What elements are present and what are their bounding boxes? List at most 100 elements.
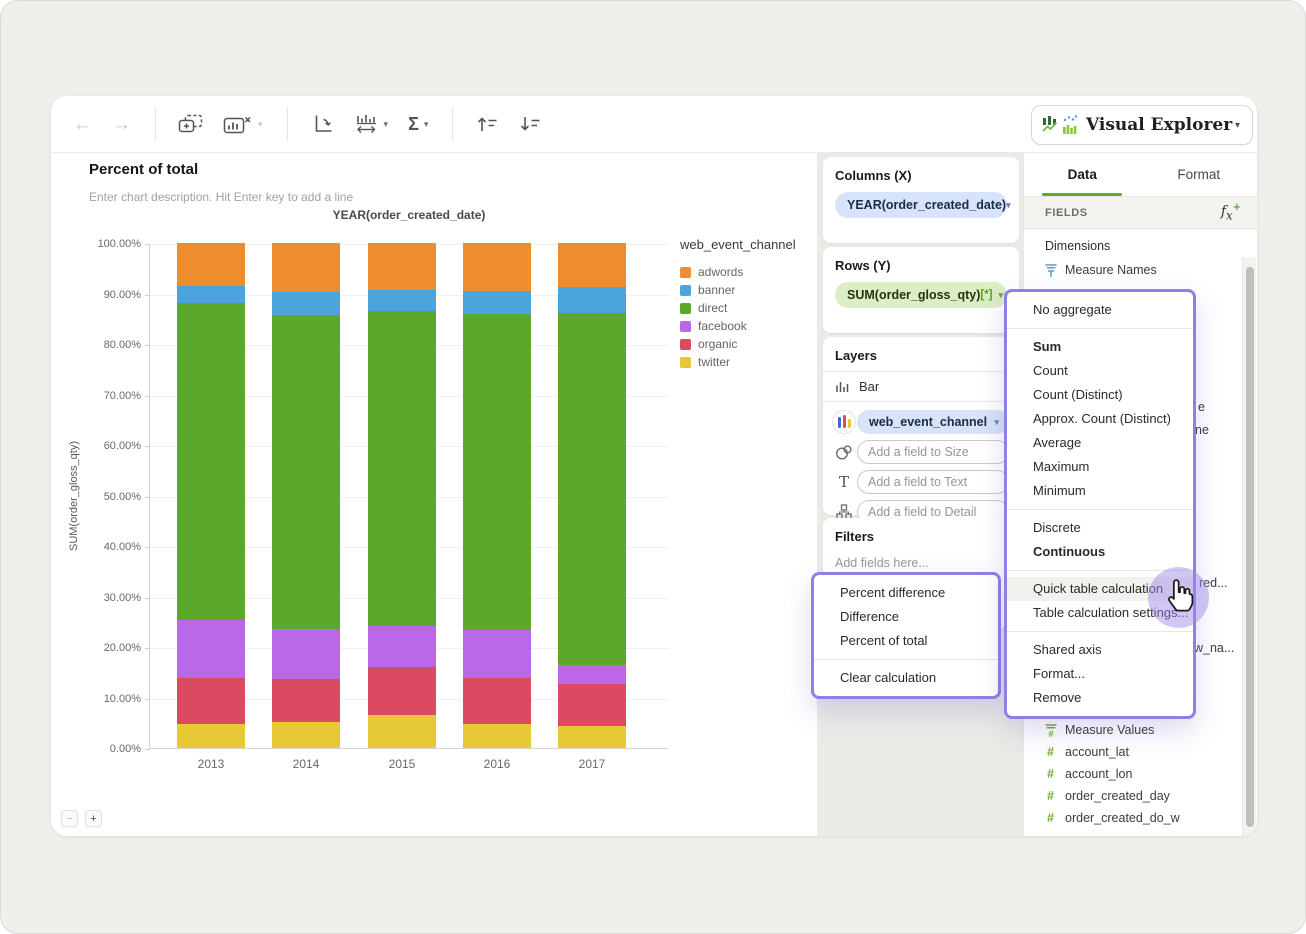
bar-segment-twitter[interactable] [463, 723, 531, 748]
duplicate-chart-button[interactable] [178, 114, 203, 135]
back-button[interactable]: ← [73, 115, 92, 134]
aggregate-menu-item[interactable]: Count [1007, 359, 1193, 383]
text-field-dropzone[interactable]: Add a field to Text [857, 470, 1009, 494]
aggregate-menu-item[interactable]: Quick table calculation [1007, 577, 1193, 601]
stacked-bar[interactable] [177, 243, 245, 748]
bar-segment-facebook[interactable] [463, 630, 531, 678]
bar-segment-facebook[interactable] [272, 629, 340, 680]
aggregate-menu-item[interactable]: Format... [1007, 662, 1193, 686]
legend-title: web_event_channel [680, 237, 796, 252]
dimension-field-item[interactable]: Measure Names [1024, 259, 1233, 281]
forward-button[interactable]: → [112, 115, 131, 134]
calc-menu-item[interactable]: Difference [814, 605, 998, 629]
bar-segment-banner[interactable] [177, 286, 245, 303]
zoom-in-button[interactable]: + [85, 810, 102, 827]
bar-segment-organic[interactable] [558, 684, 626, 727]
bar-segment-facebook[interactable] [177, 620, 245, 678]
bar-segment-facebook[interactable] [558, 665, 626, 685]
bar-segment-adwords[interactable] [558, 243, 626, 288]
color-pill[interactable]: web_event_channel ▾ [857, 410, 1009, 434]
legend-item-facebook[interactable]: facebook [680, 317, 810, 335]
stacked-bar[interactable] [368, 243, 436, 748]
aggregate-menu-item[interactable]: Continuous [1007, 540, 1193, 564]
axis-options-button[interactable]: ▾ [354, 113, 388, 135]
aggregate-context-menu: No aggregate Sum Count Count (Distinct) Appr… [1004, 289, 1196, 719]
chart-type-selector[interactable]: Visual Explorer ▾ [1031, 105, 1253, 145]
chart-title[interactable]: Percent of total [89, 161, 198, 178]
size-field-dropzone[interactable]: Add a field to Size [857, 440, 1009, 464]
mark-type-row[interactable]: Bar [823, 372, 1019, 401]
filters-dropzone[interactable]: Add fields here... [835, 556, 1007, 570]
bar-segment-direct[interactable] [177, 302, 245, 621]
bar-segment-twitter[interactable] [558, 726, 626, 748]
bar-segment-direct[interactable] [463, 313, 531, 631]
bar-segment-direct[interactable] [368, 311, 436, 627]
aggregate-button[interactable]: Σ ▾ [408, 114, 428, 135]
bar-segment-adwords[interactable] [177, 243, 245, 287]
calc-menu-item[interactable]: Percent difference [814, 581, 998, 605]
tab-format[interactable]: Format [1141, 153, 1258, 196]
bar-segment-banner[interactable] [368, 290, 436, 312]
aggregate-menu-item[interactable]: Table calculation settings... [1007, 601, 1193, 625]
calc-menu-item[interactable]: Clear calculation [814, 666, 998, 690]
stacked-bar[interactable] [272, 243, 340, 748]
aggregate-menu-item[interactable]: Discrete [1007, 516, 1193, 540]
legend-item-adwords[interactable]: adwords [680, 263, 810, 281]
legend-item-direct[interactable]: direct [680, 299, 810, 317]
chart-description-placeholder[interactable]: Enter chart description. Hit Enter key t… [89, 190, 353, 204]
aggregate-menu-item[interactable]: Sum [1007, 335, 1193, 359]
zoom-out-button[interactable]: − [61, 810, 78, 827]
bar-segment-banner[interactable] [272, 291, 340, 315]
bar-segment-adwords[interactable] [463, 243, 531, 291]
color-icon[interactable] [832, 410, 856, 434]
bar-segment-organic[interactable] [368, 666, 436, 716]
occluded-field-fragment: w_na... [1194, 641, 1235, 655]
add-calculated-field-button[interactable]: fx+ [1221, 202, 1241, 222]
aggregate-menu-item[interactable]: Shared axis [1007, 638, 1193, 662]
aggregate-menu-item[interactable]: Approx. Count (Distinct) [1007, 407, 1193, 431]
swap-axes-button[interactable] [310, 113, 334, 135]
bar-segment-organic[interactable] [463, 677, 531, 724]
bar-segment-twitter[interactable] [368, 715, 436, 748]
legend-item-banner[interactable]: banner [680, 281, 810, 299]
bar-segment-facebook[interactable] [368, 626, 436, 667]
legend-item-organic[interactable]: organic [680, 335, 810, 353]
aggregate-menu-item[interactable]: Count (Distinct) [1007, 383, 1193, 407]
sort-descending-button[interactable] [518, 114, 541, 134]
aggregate-menu-item[interactable]: Maximum [1007, 455, 1193, 479]
measure-field-item[interactable]: # account_lat [1024, 741, 1233, 763]
calc-menu-item[interactable]: Percent of total [814, 629, 998, 653]
bar-segment-twitter[interactable] [177, 723, 245, 748]
bar-segment-adwords[interactable] [272, 243, 340, 292]
stacked-bar[interactable] [558, 243, 626, 748]
bar-segment-organic[interactable] [177, 677, 245, 724]
aggregate-menu-item[interactable]: Average [1007, 431, 1193, 455]
measure-field-item[interactable]: # account_lon [1024, 763, 1233, 785]
stacked-bar[interactable] [463, 243, 531, 748]
remove-chart-button[interactable]: ▾ [223, 114, 263, 135]
y-axis-title: SUM(order_gloss_qty) [68, 440, 80, 552]
bar-segment-direct[interactable] [558, 312, 626, 666]
aggregate-menu-item[interactable]: No aggregate [1007, 298, 1193, 322]
rows-pill[interactable]: SUM(order_gloss_qty) [*] ▾ [835, 282, 1007, 308]
aggregate-menu-item[interactable]: Remove [1007, 686, 1193, 710]
columns-pill[interactable]: YEAR(order_created_date) ▾ [835, 192, 1011, 218]
fields-scrollbar-thumb[interactable] [1246, 267, 1254, 827]
svg-text:#: # [1048, 729, 1054, 738]
bar-segment-banner[interactable] [463, 290, 531, 314]
bar-segment-direct[interactable] [272, 314, 340, 630]
measure-field-item[interactable]: # Measure Values [1024, 719, 1233, 741]
bar-segment-twitter[interactable] [272, 722, 340, 748]
sort-ascending-button[interactable] [475, 114, 498, 134]
measure-field-item[interactable]: # order_created_day [1024, 785, 1233, 807]
aggregate-menu-item[interactable]: Minimum [1007, 479, 1193, 503]
bar-segment-banner[interactable] [558, 287, 626, 313]
measure-names-icon [1042, 262, 1059, 278]
menu-separator [1007, 631, 1193, 632]
tab-data[interactable]: Data [1024, 153, 1141, 196]
bar-segment-adwords[interactable] [368, 243, 436, 291]
measure-field-item[interactable]: # order_created_do_w [1024, 807, 1233, 829]
bar-segment-organic[interactable] [272, 679, 340, 723]
y-tick-label: 40.00% [103, 541, 141, 553]
legend-item-twitter[interactable]: twitter [680, 353, 810, 371]
